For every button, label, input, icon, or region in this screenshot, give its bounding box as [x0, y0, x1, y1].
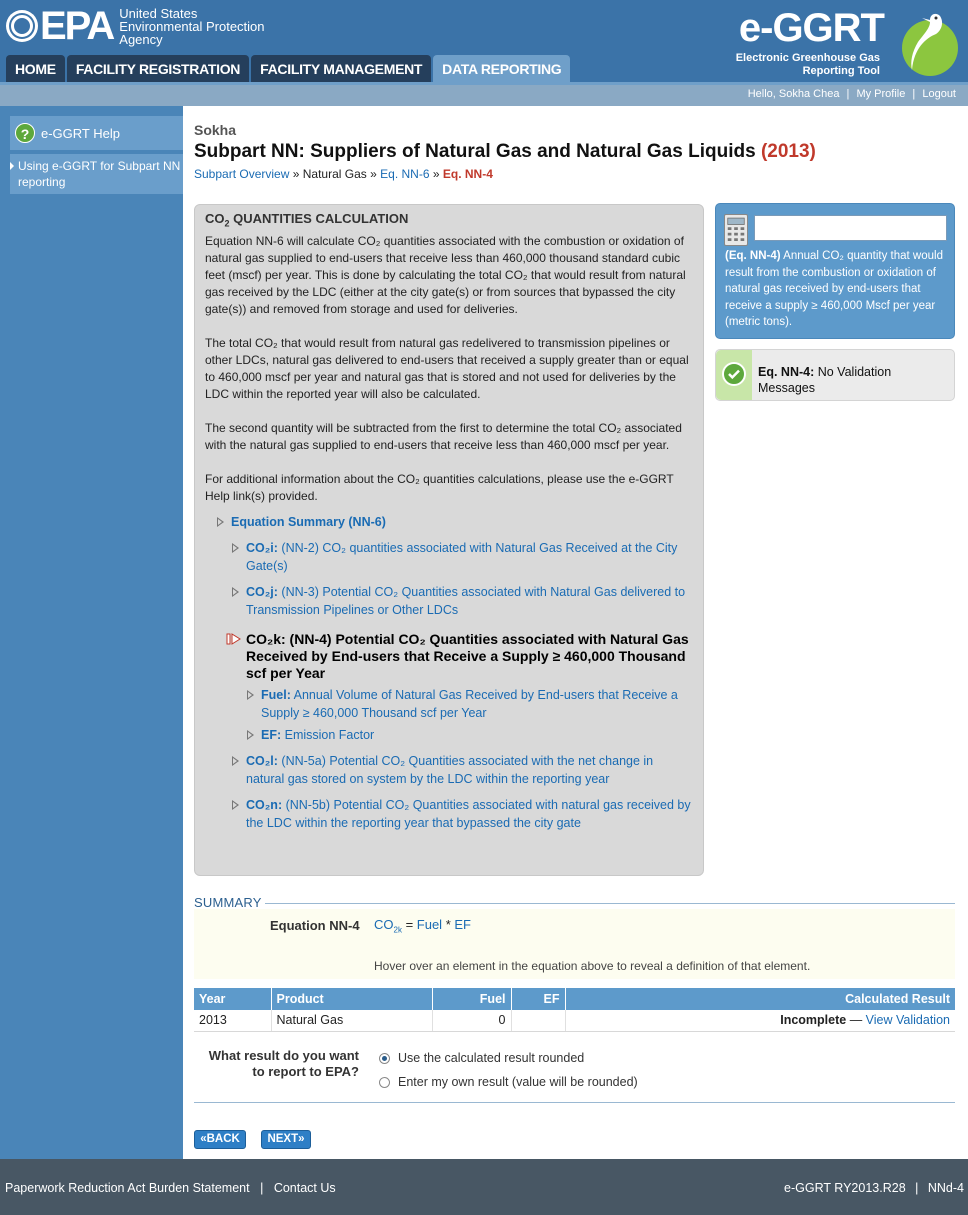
- calculator-icon: [724, 214, 748, 246]
- epa-letters: EPA: [40, 4, 115, 48]
- sidebar: ? e-GGRT Help Using e-GGRT for Subpart N…: [0, 106, 187, 1159]
- hover-hint: Hover over an element in the equation ab…: [374, 959, 811, 973]
- triangle-right-icon: [232, 799, 239, 810]
- calc-paragraph-4: For additional information about the CO₂…: [205, 471, 674, 503]
- checkmark-icon: [722, 362, 746, 386]
- breadcrumb-natural-gas: Natural Gas: [302, 167, 367, 181]
- reporting-year: (2013): [760, 141, 816, 162]
- report-question: What result do you want to report to EPA…: [208, 1048, 359, 1079]
- table-header-row: Year Product Fuel EF Calculated Result: [194, 988, 955, 1010]
- page-title: Subpart NN: Suppliers of Natural Gas and…: [194, 141, 816, 162]
- triangle-right-icon: [217, 516, 224, 527]
- next-button[interactable]: NEXT»: [261, 1130, 311, 1149]
- user-greeting: Hello, Sokha Chea: [747, 88, 840, 100]
- breadcrumb-eq-nn4: Eq. NN-4: [442, 167, 493, 181]
- eq-term-ef[interactable]: EF: [454, 917, 471, 932]
- cell-fuel: 0: [432, 1010, 512, 1032]
- eq-term-fuel[interactable]: Fuel: [417, 917, 442, 932]
- egret-logo-icon: [902, 13, 958, 76]
- triangle-right-icon: [232, 542, 239, 553]
- validation-panel: Eq. NN-4: No Validation Messages: [715, 349, 955, 401]
- footer: Paperwork Reduction Act Burden Statement…: [0, 1159, 968, 1215]
- sidebar-help-link[interactable]: Using e-GGRT for Subpart NN reporting: [10, 154, 187, 194]
- eggrt-logo[interactable]: e-GGRT Electronic Greenhouse Gas Reporti…: [732, 6, 962, 78]
- logout-link[interactable]: Logout: [922, 88, 956, 100]
- back-button[interactable]: «BACK: [194, 1130, 246, 1149]
- breadcrumb-subpart-overview[interactable]: Subpart Overview: [194, 167, 289, 181]
- tab-data-reporting[interactable]: DATA REPORTING: [433, 55, 571, 82]
- tree-item-co2l[interactable]: CO₂l: (NN-5a) Potential CO₂ Quantities a…: [230, 752, 693, 788]
- tree-item-co2n[interactable]: CO₂n: (NN-5b) Potential CO₂ Quantities a…: [230, 796, 693, 832]
- tree-item-co2k-current: CO₂k: (NN-4) Potential CO₂ Quantities as…: [226, 631, 693, 682]
- sidebar-help-header[interactable]: ? e-GGRT Help: [10, 116, 187, 150]
- epa-logo[interactable]: EPA United States Environmental Protecti…: [6, 4, 265, 48]
- radio-calculated[interactable]: [379, 1052, 390, 1064]
- help-question-icon: ?: [15, 123, 35, 143]
- page-code: NNd-4: [927, 1181, 964, 1195]
- calculation-panel: CO2 QUANTITIES CALCULATION Equation NN-6…: [194, 204, 704, 876]
- equation: CO2k = Fuel * EF: [374, 917, 471, 935]
- option-own-result[interactable]: Enter my own result (value will be round…: [379, 1075, 638, 1089]
- triangle-right-icon: [247, 729, 254, 740]
- tab-facility-management[interactable]: FACILITY MANAGEMENT: [251, 55, 432, 82]
- cell-year: 2013: [194, 1010, 272, 1032]
- epa-agency-name: United States Environmental Protection A…: [119, 5, 265, 47]
- triangle-right-icon: [232, 586, 239, 597]
- cell-calculated-result: Incomplete — View Validation: [565, 1010, 955, 1032]
- summary-box: Equation NN-4 CO2k = Fuel * EF Hover ove…: [194, 909, 955, 979]
- version-label: e-GGRT RY2013.R28: [784, 1181, 906, 1195]
- equation-label: Equation NN-4: [270, 918, 360, 933]
- col-ef: EF: [511, 988, 566, 1010]
- eggrt-title: e-GGRT: [738, 6, 885, 50]
- view-validation-link[interactable]: View Validation: [866, 1013, 950, 1027]
- tab-facility-registration[interactable]: FACILITY REGISTRATION: [66, 55, 250, 82]
- breadcrumb-eq-nn6[interactable]: Eq. NN-6: [380, 167, 429, 181]
- paperwork-link[interactable]: Paperwork Reduction Act Burden Statement: [5, 1181, 250, 1195]
- cell-ef: [511, 1010, 566, 1032]
- main-nav-tabs: HOME FACILITY REGISTRATION FACILITY MANA…: [6, 55, 572, 82]
- col-year: Year: [194, 988, 272, 1010]
- radio-own[interactable]: [379, 1076, 390, 1088]
- eq-term-co2k[interactable]: CO2k: [374, 917, 402, 935]
- cell-product: Natural Gas: [271, 1010, 433, 1032]
- col-fuel: Fuel: [432, 988, 512, 1010]
- calculation-panel-title: CO2 QUANTITIES CALCULATION: [205, 211, 409, 229]
- tree-item-fuel[interactable]: Fuel: Annual Volume of Natural Gas Recei…: [245, 686, 693, 722]
- header: EPA United States Environmental Protecti…: [0, 0, 968, 82]
- calc-paragraph-1: Equation NN-6 will calculate CO₂ quantit…: [205, 233, 686, 316]
- eggrt-subtitle: Electronic Greenhouse Gas Reporting Tool: [735, 52, 880, 77]
- calc-paragraph-2: The total CO₂ that would result from nat…: [205, 335, 689, 401]
- tree-item-ef[interactable]: EF: Emission Factor: [245, 726, 693, 744]
- caret-right-icon: [10, 162, 14, 170]
- result-status: Incomplete: [780, 1013, 847, 1028]
- my-profile-link[interactable]: My Profile: [856, 88, 905, 100]
- table-row: 2013 Natural Gas 0 Incomplete — View Val…: [194, 1010, 955, 1032]
- option-calculated-result[interactable]: Use the calculated result rounded: [379, 1051, 584, 1065]
- main-content: Sokha Subpart NN: Suppliers of Natural G…: [183, 106, 962, 1159]
- facility-name: Sokha: [194, 122, 237, 138]
- triangle-right-icon: [247, 689, 254, 700]
- breadcrumb: Subpart Overview » Natural Gas » Eq. NN-…: [194, 167, 493, 181]
- col-calculated-result: Calculated Result: [565, 988, 955, 1010]
- tree-item-equation-summary[interactable]: Equation Summary (NN-6): [215, 513, 693, 531]
- epa-seal-icon: [6, 10, 38, 42]
- tab-home[interactable]: HOME: [6, 55, 65, 82]
- sidebar-help-label: e-GGRT Help: [41, 125, 120, 141]
- user-bar: Hello, Sokha Chea | My Profile | Logout: [0, 82, 968, 106]
- definition-panel: (Eq. NN-4) Annual CO₂ quantity that woul…: [715, 203, 955, 339]
- calc-paragraph-3: The second quantity will be subtracted f…: [205, 420, 682, 452]
- triangle-right-icon: [232, 755, 239, 766]
- definition-text: (Eq. NN-4) Annual CO₂ quantity that woul…: [725, 250, 943, 328]
- summary-heading: SUMMARY: [194, 895, 262, 910]
- current-item-icon: [226, 632, 241, 645]
- contact-us-link[interactable]: Contact Us: [274, 1181, 336, 1195]
- equation-tree: Equation Summary (NN-6) CO₂i: (NN-2) CO₂…: [205, 513, 693, 832]
- results-table: Year Product Fuel EF Calculated Result 2…: [194, 988, 955, 1032]
- tree-item-co2j[interactable]: CO₂j: (NN-3) Potential CO₂ Quantities as…: [230, 583, 693, 619]
- validation-message: Eq. NN-4: No Validation Messages: [758, 365, 892, 395]
- col-product: Product: [271, 988, 433, 1010]
- definition-value-field[interactable]: [754, 215, 947, 241]
- tree-item-co2i[interactable]: CO₂i: (NN-2) CO₂ quantities associated w…: [230, 539, 693, 575]
